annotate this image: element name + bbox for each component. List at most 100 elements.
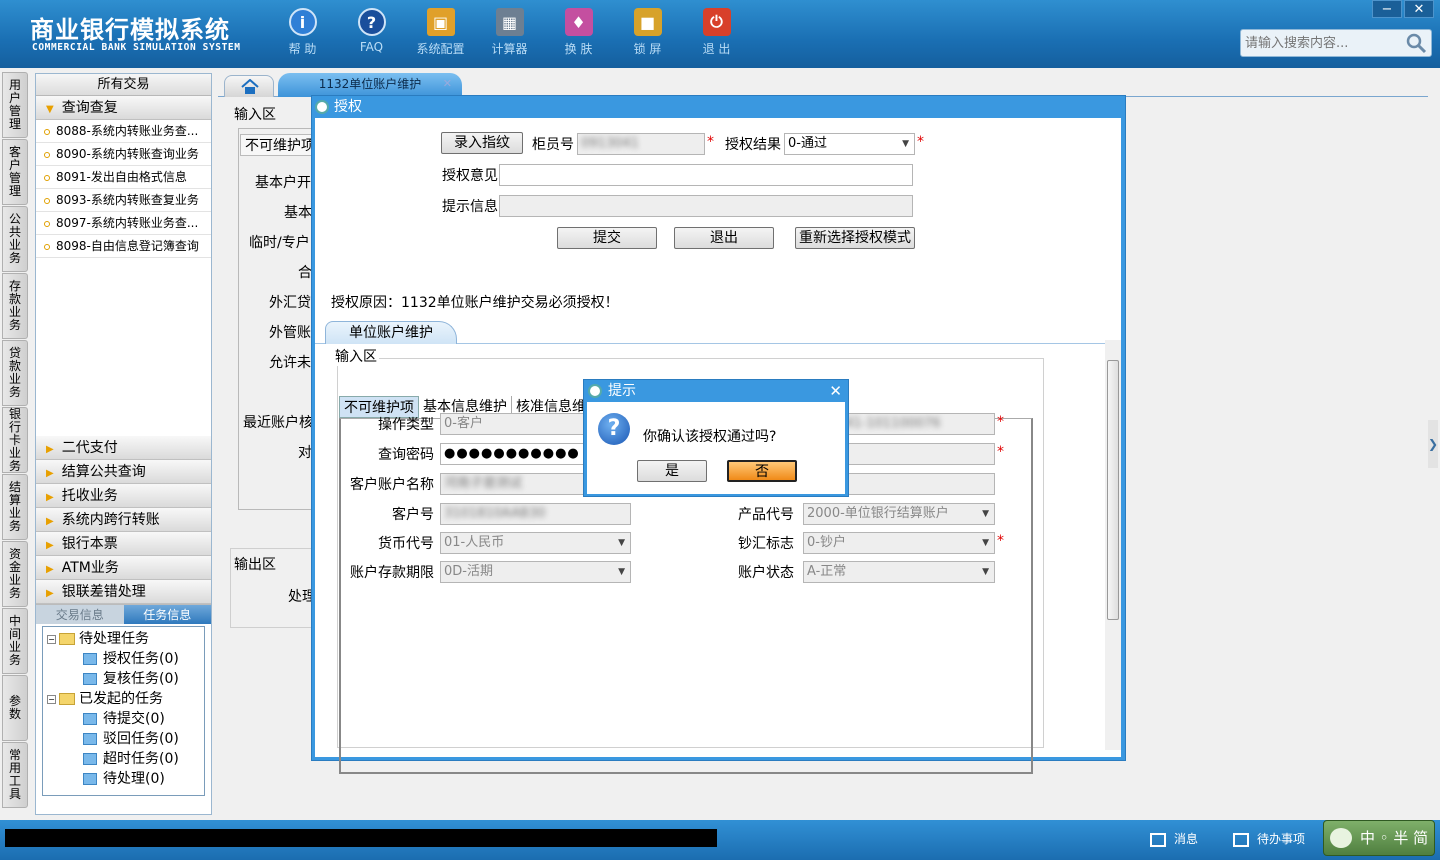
sidebar-group[interactable]: ▶ 系统内跨行转账 xyxy=(36,508,211,532)
search-icon[interactable] xyxy=(1405,32,1427,54)
sidebar-item[interactable]: 8093-系统内转账查复业务 xyxy=(36,189,211,212)
reselect-mode-button[interactable]: 重新选择授权模式 xyxy=(795,227,915,249)
module-tab-funds[interactable]: 资金业务 xyxy=(2,541,28,607)
yes-button[interactable]: 是 xyxy=(637,460,707,482)
sidebar-item[interactable]: 8088-系统内转账业务查... xyxy=(36,120,211,143)
expand-right-handle[interactable]: ❯ xyxy=(1428,420,1438,468)
bullet-icon xyxy=(44,197,50,204)
tab-home[interactable] xyxy=(224,75,274,97)
tree-leaf[interactable]: 超时任务(0) xyxy=(43,749,204,769)
auth-opinion-input[interactable] xyxy=(499,164,913,186)
bg-output-area-label: 输出区 xyxy=(234,557,276,573)
op-type-label: 操作类型 xyxy=(378,417,434,433)
tree-leaf[interactable]: 驳回任务(0) xyxy=(43,729,204,749)
module-tab-card[interactable]: 银行卡业务 xyxy=(2,407,28,473)
todos-button[interactable]: 待办事项 xyxy=(1233,830,1305,848)
chevron-right-icon: ▶ xyxy=(46,468,54,479)
sidebar-group[interactable]: ▶ 银行本票 xyxy=(36,532,211,556)
bg-field-label: 临时/专户 xyxy=(249,235,310,251)
app-icon xyxy=(315,100,329,114)
folder-icon xyxy=(59,693,75,705)
ime-indicator[interactable]: 中 ◦ 半 简 xyxy=(1323,820,1435,856)
tree-node-pending[interactable]: − 待处理任务 xyxy=(43,629,204,649)
search-input[interactable] xyxy=(1241,30,1401,56)
teller-field[interactable]: 0913041 xyxy=(577,133,705,155)
shirt-icon: ♦ xyxy=(564,8,593,36)
module-tab-user[interactable]: 用户管理 xyxy=(2,72,28,138)
question-icon: ? xyxy=(357,8,386,36)
customer-number-field: 3101810AAB30 xyxy=(440,503,631,525)
required-mark: * xyxy=(707,134,714,150)
module-tab-public[interactable]: 公共业务 xyxy=(2,206,28,272)
sidebar-item[interactable]: 8098-自由信息登记簿查询 xyxy=(36,235,211,258)
query-password-field[interactable]: ●●●●●●●●●●● xyxy=(440,443,590,465)
sidebar-group[interactable]: ▶ 结算公共查询 xyxy=(36,460,211,484)
search-box xyxy=(1240,29,1432,57)
chevron-down-icon: ▼ xyxy=(902,139,909,149)
sidebar-group[interactable]: ▶ 二代支付 xyxy=(36,436,211,460)
auth-result-select[interactable]: 0-通过 ▼ xyxy=(784,133,915,155)
auth-window-title[interactable]: 授权 xyxy=(312,96,1125,118)
module-tab-intermediary[interactable]: 中间业务 xyxy=(2,608,28,674)
system-config-button[interactable]: ▣ 系统配置 xyxy=(406,6,475,57)
tab-transaction-info[interactable]: 交易信息 xyxy=(36,605,124,624)
sidebar-header[interactable]: 所有交易 xyxy=(36,74,211,96)
tree-leaf[interactable]: 复核任务(0) xyxy=(43,669,204,689)
sidebar-item[interactable]: 8090-系统内转账查询业务 xyxy=(36,143,211,166)
lock-icon: ■ xyxy=(633,8,662,36)
sidebar-group[interactable]: ▶ ATM业务 xyxy=(36,556,211,580)
sidebar-group[interactable]: ▶ 银联差错处理 xyxy=(36,580,211,604)
skin-button[interactable]: ♦ 换 肤 xyxy=(544,6,613,57)
exit-auth-button[interactable]: 退出 xyxy=(674,227,774,249)
tab-task-info[interactable]: 任务信息 xyxy=(123,605,211,624)
tab-account-maintenance[interactable]: 1132单位账户维护 ✕ xyxy=(278,73,462,97)
vertical-scrollbar[interactable] xyxy=(1105,340,1121,750)
close-window-button[interactable]: ✕ xyxy=(1404,0,1434,18)
checkbox-icon xyxy=(1233,832,1249,847)
exit-button[interactable]: ⏻ 退 出 xyxy=(682,6,751,57)
close-tab-icon[interactable]: ✕ xyxy=(443,73,452,95)
submit-button[interactable]: 提交 xyxy=(557,227,657,249)
chevron-down-icon: ▼ xyxy=(982,567,989,577)
confirm-dialog-title[interactable]: 提示 ✕ xyxy=(584,380,848,402)
module-tab-tools[interactable]: 常用工具 xyxy=(2,742,28,808)
deposit-term-select: 0D-活期 ▼ xyxy=(440,561,631,583)
module-tab-loan[interactable]: 贷款业务 xyxy=(2,340,28,406)
chevron-down-icon: ▼ xyxy=(618,567,625,577)
sidebar-group-query[interactable]: ▼ 查询查复 xyxy=(36,96,211,120)
chevron-right-icon: ▶ xyxy=(46,588,54,599)
minimize-button[interactable]: − xyxy=(1372,0,1402,18)
tab-unit-account-maintenance[interactable]: 单位账户维护 xyxy=(325,321,457,344)
sidebar-item[interactable]: 8091-发出自由格式信息 xyxy=(36,166,211,189)
lock-screen-button[interactable]: ■ 锁 屏 xyxy=(613,6,682,57)
calculator-icon: ▦ xyxy=(495,8,524,36)
info-icon: i xyxy=(288,8,317,36)
module-tab-deposit[interactable]: 存款业务 xyxy=(2,273,28,339)
tree-leaf[interactable]: 待提交(0) xyxy=(43,709,204,729)
currency-code-label: 货币代号 xyxy=(378,536,434,552)
no-button[interactable]: 否 xyxy=(727,460,797,482)
home-icon xyxy=(241,79,259,94)
hint-field xyxy=(499,195,913,217)
tree-node-started[interactable]: − 已发起的任务 xyxy=(43,689,204,709)
module-tab-params[interactable]: 参数 xyxy=(2,675,28,741)
confirm-dialog-body: ? 你确认该授权通过吗? 是 否 xyxy=(587,402,845,494)
messages-button[interactable]: 消息 xyxy=(1150,830,1198,848)
module-tab-settlement[interactable]: 结算业务 xyxy=(2,474,28,540)
faq-button[interactable]: ? FAQ xyxy=(337,6,406,57)
collapse-icon[interactable]: − xyxy=(47,634,56,644)
deposit-term-label: 账户存款期限 xyxy=(350,565,434,581)
module-tab-customer[interactable]: 客户管理 xyxy=(2,139,28,205)
fingerprint-button[interactable]: 录入指纹 xyxy=(441,132,523,154)
calculator-button[interactable]: ▦ 计算器 xyxy=(475,6,544,57)
sidebar-item[interactable]: 8097-系统内转账业务查... xyxy=(36,212,211,235)
flower-icon xyxy=(1330,828,1352,848)
scrollbar-thumb[interactable] xyxy=(1107,360,1119,620)
required-mark: * xyxy=(997,533,1004,549)
close-icon[interactable]: ✕ xyxy=(829,380,842,402)
help-button[interactable]: i 帮 助 xyxy=(268,6,337,57)
tree-leaf[interactable]: 授权任务(0) xyxy=(43,649,204,669)
collapse-icon[interactable]: − xyxy=(47,694,56,704)
tree-leaf[interactable]: 待处理(0) xyxy=(43,769,204,789)
sidebar-group[interactable]: ▶ 托收业务 xyxy=(36,484,211,508)
